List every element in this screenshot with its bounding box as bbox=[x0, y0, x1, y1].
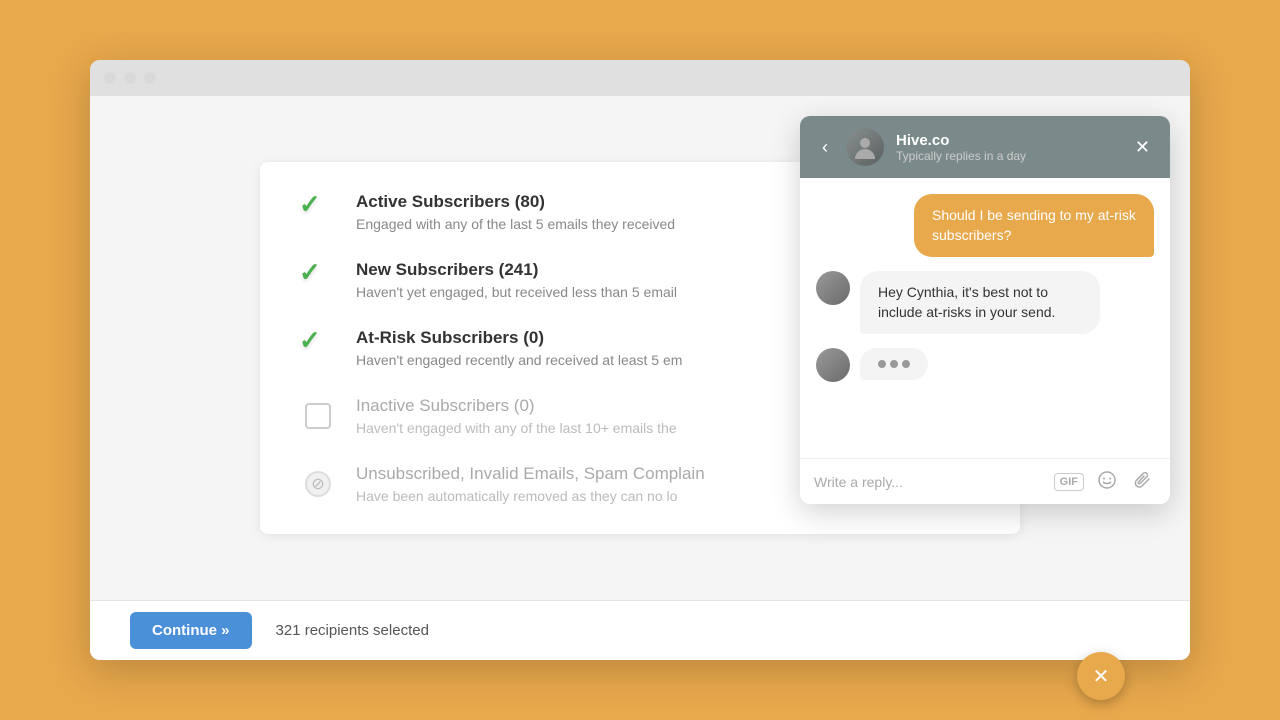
chat-icon: ✕ bbox=[1093, 664, 1110, 689]
checkbox-unsubscribed: ⊘ bbox=[300, 466, 336, 502]
subscriber-info-new: New Subscribers (241) Haven't yet engage… bbox=[356, 260, 677, 300]
floating-chat-button[interactable]: ✕ bbox=[1077, 652, 1125, 700]
message-bubble-left: Hey Cynthia, it's best not to include at… bbox=[860, 271, 1100, 334]
chat-input-bar: GIF bbox=[800, 458, 1170, 504]
chat-header-info: Hive.co Typically replies in a day bbox=[896, 132, 1119, 163]
message-avatar bbox=[816, 348, 850, 382]
emoji-button[interactable] bbox=[1094, 469, 1120, 494]
typing-indicator bbox=[816, 348, 1154, 382]
subscriber-title: At-Risk Subscribers (0) bbox=[356, 328, 682, 348]
subscriber-title: Inactive Subscribers (0) bbox=[356, 396, 677, 416]
chat-reply-input[interactable] bbox=[814, 474, 1044, 490]
subscriber-title: Active Subscribers (80) bbox=[356, 192, 675, 212]
subscriber-desc: Have been automatically removed as they … bbox=[356, 488, 705, 504]
attachment-button[interactable] bbox=[1130, 469, 1156, 494]
chat-avatar bbox=[846, 128, 884, 166]
checkbox-active[interactable]: ✓ bbox=[300, 194, 336, 230]
subscriber-info-at-risk: At-Risk Subscribers (0) Haven't engaged … bbox=[356, 328, 682, 368]
subscriber-desc: Haven't engaged with any of the last 10+… bbox=[356, 420, 677, 436]
browser-dot-red bbox=[104, 72, 116, 84]
main-area: ✓ Active Subscribers (80) Engaged with a… bbox=[90, 96, 1190, 600]
subscriber-info-unsubscribed: Unsubscribed, Invalid Emails, Spam Compl… bbox=[356, 464, 705, 504]
subscriber-info-inactive: Inactive Subscribers (0) Haven't engaged… bbox=[356, 396, 677, 436]
chat-back-button[interactable]: ‹ bbox=[816, 136, 834, 158]
typing-dot-1 bbox=[878, 360, 886, 368]
subscriber-info-active: Active Subscribers (80) Engaged with any… bbox=[356, 192, 675, 232]
message-bubble-right: Should I be sending to my at-risk subscr… bbox=[914, 194, 1154, 257]
browser-dot-green bbox=[144, 72, 156, 84]
subscriber-desc: Haven't engaged recently and received at… bbox=[356, 352, 682, 368]
subscriber-desc: Engaged with any of the last 5 emails th… bbox=[356, 216, 675, 232]
typing-dot-3 bbox=[902, 360, 910, 368]
checkmark-icon: ✓ bbox=[299, 189, 321, 220]
subscriber-title: Unsubscribed, Invalid Emails, Spam Compl… bbox=[356, 464, 705, 484]
checkbox-inactive[interactable] bbox=[300, 398, 336, 434]
chat-avatar-image bbox=[846, 128, 884, 166]
checkbox-new[interactable]: ✓ bbox=[300, 262, 336, 298]
empty-checkbox-icon bbox=[305, 403, 331, 429]
bottom-bar: Continue » 321 recipients selected bbox=[90, 600, 1190, 660]
message-avatar bbox=[816, 271, 850, 305]
chat-messages: Should I be sending to my at-risk subscr… bbox=[800, 178, 1170, 458]
message-incoming: Hey Cynthia, it's best not to include at… bbox=[816, 271, 1154, 334]
checkmark-icon: ✓ bbox=[299, 325, 321, 356]
continue-button[interactable]: Continue » bbox=[130, 612, 252, 649]
browser-dot-yellow bbox=[124, 72, 136, 84]
chat-header: ‹ Hive.co Typically replies in a day bbox=[800, 116, 1170, 178]
typing-bubble bbox=[860, 348, 928, 380]
browser-content: ✓ Active Subscribers (80) Engaged with a… bbox=[90, 96, 1190, 660]
browser-window: ✓ Active Subscribers (80) Engaged with a… bbox=[90, 60, 1190, 660]
chat-header-status: Typically replies in a day bbox=[896, 149, 1119, 163]
checkbox-at-risk[interactable]: ✓ bbox=[300, 330, 336, 366]
typing-dot-2 bbox=[890, 360, 898, 368]
subscriber-desc: Haven't yet engaged, but received less t… bbox=[356, 284, 677, 300]
chat-header-name: Hive.co bbox=[896, 132, 1119, 149]
gif-button[interactable]: GIF bbox=[1054, 473, 1084, 491]
recipients-count: 321 recipients selected bbox=[276, 622, 429, 639]
disabled-checkbox-icon: ⊘ bbox=[305, 471, 331, 497]
subscriber-title: New Subscribers (241) bbox=[356, 260, 677, 280]
chat-close-button[interactable]: ✕ bbox=[1131, 136, 1154, 158]
browser-titlebar bbox=[90, 60, 1190, 96]
checkmark-icon: ✓ bbox=[299, 257, 321, 288]
chat-overlay: ‹ Hive.co Typically replies in a day bbox=[800, 116, 1170, 504]
message-outgoing: Should I be sending to my at-risk subscr… bbox=[816, 194, 1154, 257]
